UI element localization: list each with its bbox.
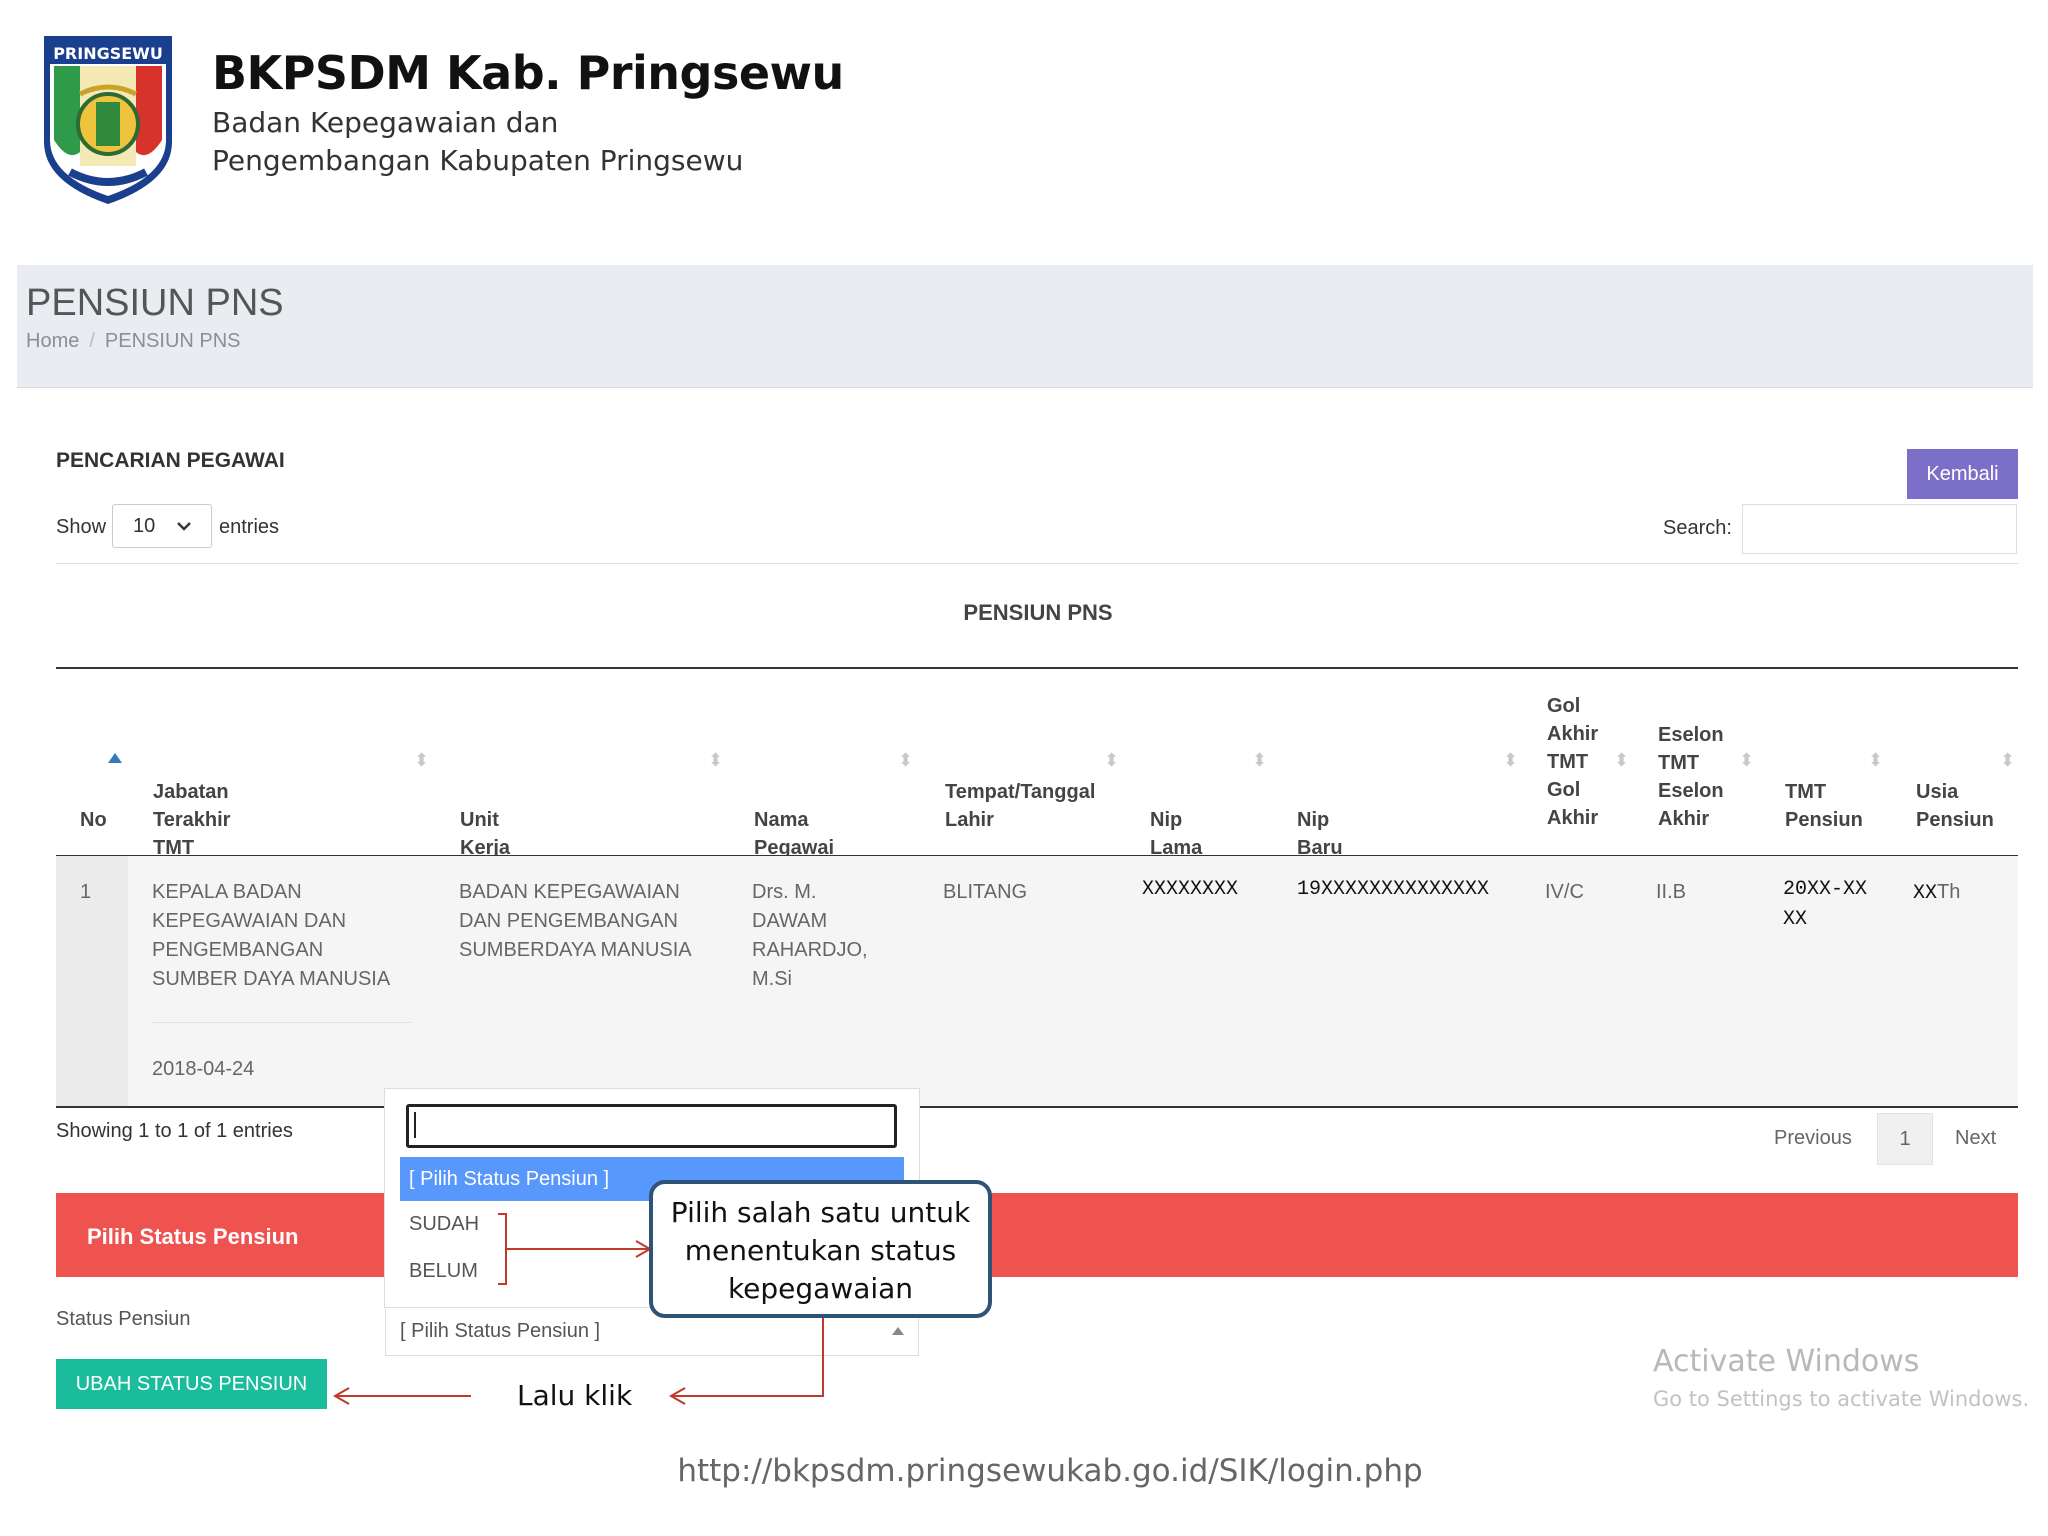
windows-watermark-subtitle: Go to Settings to activate Windows. — [1653, 1387, 2030, 1411]
instruction-callout: Pilih salah satu untuk menentukan status… — [649, 1180, 992, 1318]
footer-url: http://bkpsdm.pringsewukab.go.id/SIK/log… — [677, 1453, 1423, 1489]
windows-watermark-title: Activate Windows — [1653, 1344, 1920, 1379]
annotation-arrows — [332, 1213, 824, 1405]
then-click-label: Lalu klik — [517, 1379, 633, 1412]
